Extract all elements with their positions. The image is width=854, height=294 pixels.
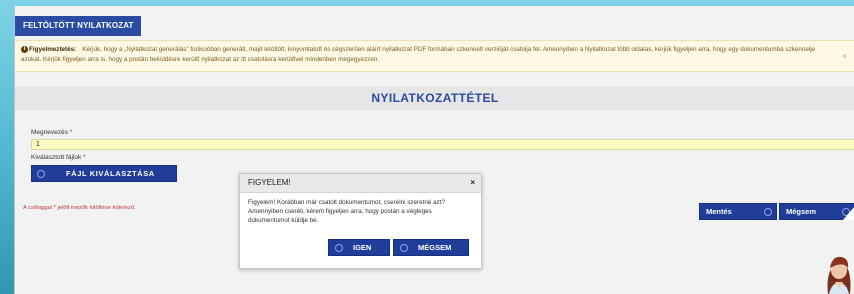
- name-field-label: Megnevezés *: [31, 129, 72, 136]
- info-icon: i: [21, 45, 28, 53]
- dialog-message: Figyelem! Korábban már csatolt dokumentu…: [248, 199, 446, 224]
- dialog-header: FIGYELEM! ×: [240, 174, 481, 193]
- files-label-text: Kiválasztott fájlok: [31, 154, 82, 161]
- circle-arrow-icon: [37, 169, 45, 178]
- name-input[interactable]: 1: [31, 139, 854, 150]
- section-title: NYILATKOZATTÉTEL: [15, 86, 854, 110]
- page-corner-fold: [843, 206, 854, 220]
- warning-dialog: FIGYELEM! × Figyelem! Korábban már csato…: [239, 173, 482, 269]
- cancel-label: Mégsem: [786, 207, 817, 216]
- required-mark: *: [83, 154, 86, 161]
- files-field-label: Kiválasztott fájlok *: [31, 154, 86, 161]
- select-file-label: FÁJL KIVÁLASZTÁSA: [66, 169, 155, 178]
- save-label: Mentés: [706, 207, 732, 216]
- required-mark: *: [69, 129, 73, 136]
- warning-notice: i Figyelmeztetés: Kérjük, hogy a „Nyilatko…: [15, 40, 854, 72]
- yes-button[interactable]: IGEN: [328, 239, 390, 256]
- required-fields-hint: A csillaggal * jelölt mezők kitöltése kö…: [23, 205, 136, 211]
- select-file-button[interactable]: FÁJL KIVÁLASZTÁSA: [31, 165, 177, 182]
- notice-label: Figyelmeztetés:: [29, 46, 77, 53]
- close-icon[interactable]: ×: [842, 52, 847, 62]
- save-button[interactable]: Mentés: [699, 203, 777, 220]
- no-label: MÉGSEM: [418, 243, 452, 252]
- circle-arrow-icon: [400, 243, 408, 252]
- dialog-title: FIGYELEM!: [248, 178, 291, 187]
- circle-arrow-icon: [764, 207, 772, 216]
- name-label-text: Megnevezés: [31, 129, 68, 136]
- circle-arrow-icon: [335, 243, 343, 252]
- no-button[interactable]: MÉGSEM: [393, 239, 469, 256]
- tab-uploaded-declaration[interactable]: FELTÖLTÖTT NYILATKOZAT: [15, 16, 142, 36]
- notice-text: Kérjük, hogy a „Nyilatkozat generálás” f…: [21, 46, 816, 63]
- assistant-avatar[interactable]: [822, 246, 854, 294]
- yes-label: IGEN: [353, 243, 372, 252]
- close-icon[interactable]: ×: [470, 174, 475, 192]
